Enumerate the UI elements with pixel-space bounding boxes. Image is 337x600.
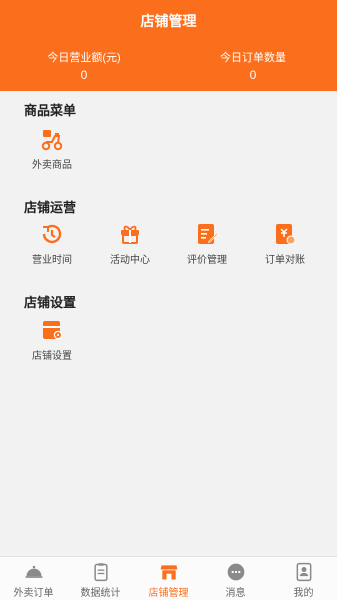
tile-store-settings[interactable]: 店铺设置 bbox=[17, 318, 87, 362]
stat-revenue: 今日营业额(元) 0 bbox=[0, 49, 168, 82]
tab-mine[interactable]: 我的 bbox=[270, 557, 337, 600]
stat-revenue-value: 0 bbox=[80, 68, 88, 82]
store-settings-icon bbox=[43, 321, 63, 340]
tile-label: 店铺设置 bbox=[32, 351, 72, 362]
tile-order-reconciliation[interactable]: 订单对账 bbox=[250, 222, 320, 266]
tab-label: 外卖订单 bbox=[13, 588, 54, 599]
section-title-settings: 店铺设置 bbox=[24, 295, 77, 310]
delivery-scooter-icon bbox=[41, 130, 63, 151]
order-reconcile-icon bbox=[276, 224, 296, 245]
storefront-icon bbox=[160, 565, 177, 580]
tab-data-statistics[interactable]: 数据统计 bbox=[67, 557, 134, 600]
tile-label: 活动中心 bbox=[110, 255, 150, 266]
tab-messages[interactable]: 消息 bbox=[202, 557, 269, 600]
tile-label: 外卖商品 bbox=[32, 160, 72, 171]
profile-icon bbox=[296, 562, 311, 582]
gift-icon bbox=[121, 225, 139, 244]
chat-bubble-icon bbox=[227, 563, 244, 581]
clipboard-icon bbox=[93, 563, 108, 582]
stat-orders-value: 0 bbox=[249, 68, 257, 82]
tab-label: 消息 bbox=[225, 588, 246, 599]
stat-orders-label: 今日订单数量 bbox=[220, 52, 286, 64]
review-edit-icon bbox=[198, 224, 219, 244]
stat-revenue-label: 今日营业额(元) bbox=[47, 52, 121, 64]
tile-review-management[interactable]: 评价管理 bbox=[172, 222, 242, 266]
tile-business-hours[interactable]: 营业时间 bbox=[17, 222, 87, 266]
stat-orders: 今日订单数量 0 bbox=[169, 49, 337, 82]
section-title-menu: 商品菜单 bbox=[24, 103, 77, 118]
tab-store-management[interactable]: 店铺管理 bbox=[135, 557, 202, 600]
tile-delivery-products[interactable]: 外卖商品 bbox=[17, 127, 87, 171]
tab-delivery-orders[interactable]: 外卖订单 bbox=[0, 557, 67, 600]
tile-activity-center[interactable]: 活动中心 bbox=[95, 222, 165, 266]
page-title: 店铺管理 bbox=[140, 13, 197, 29]
tab-label: 数据统计 bbox=[80, 588, 121, 599]
tile-label: 评价管理 bbox=[187, 255, 227, 266]
tile-label: 营业时间 bbox=[32, 255, 72, 266]
tab-label: 店铺管理 bbox=[148, 588, 189, 599]
header-bar: 店铺管理 今日营业额(元) 0 今日订单数量 0 bbox=[0, 0, 337, 91]
cloche-icon bbox=[25, 565, 42, 578]
tile-label: 订单对账 bbox=[265, 255, 305, 266]
section-title-operations: 店铺运营 bbox=[24, 200, 77, 215]
tab-label: 我的 bbox=[293, 588, 314, 599]
bottom-tab-bar: 外卖订单 数据统计 店铺管理 消息 我的 bbox=[0, 556, 337, 600]
clock-icon bbox=[42, 224, 62, 244]
